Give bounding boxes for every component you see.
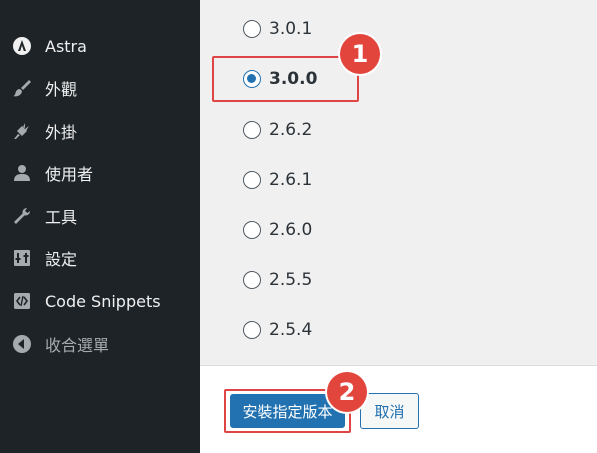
- version-option[interactable]: 2.5.4: [243, 315, 312, 345]
- step-badge-2: 2: [327, 372, 367, 412]
- version-label: 2.5.5: [269, 270, 313, 290]
- sidebar-item-plugins[interactable]: 外掛: [0, 111, 200, 151]
- radio-button[interactable]: [243, 321, 261, 339]
- collapse-arrow-icon: [11, 333, 33, 355]
- code-icon: [11, 290, 33, 312]
- radio-button[interactable]: [243, 171, 261, 189]
- version-label: 3.0.1: [269, 19, 313, 39]
- version-label: 2.6.1: [269, 170, 313, 190]
- sidebar-item-label: 外觀: [45, 80, 78, 99]
- version-label: 2.6.0: [269, 220, 313, 240]
- sidebar-item-label: Astra: [45, 36, 87, 56]
- sidebar-item-appearance[interactable]: 外觀: [0, 68, 200, 108]
- version-option[interactable]: 2.5.5: [243, 265, 312, 295]
- cancel-button[interactable]: 取消: [360, 393, 419, 429]
- radio-button[interactable]: [243, 271, 261, 289]
- version-option[interactable]: 3.0.1: [243, 14, 312, 44]
- settings-sliders-icon: [11, 247, 33, 269]
- sidebar-item-settings[interactable]: 設定: [0, 238, 200, 278]
- radio-button[interactable]: [243, 121, 261, 139]
- version-option[interactable]: 2.6.0: [243, 215, 312, 245]
- version-option[interactable]: 2.6.2: [243, 115, 312, 145]
- radio-button[interactable]: [243, 221, 261, 239]
- admin-sidebar: Astra 外觀 外掛 使用者 工具 設定 Code Snippets 收合選單: [0, 0, 200, 453]
- sidebar-collapse-menu[interactable]: 收合選單: [0, 324, 200, 364]
- sidebar-item-astra[interactable]: Astra: [0, 26, 200, 66]
- sidebar-item-label: 外掛: [45, 123, 78, 142]
- astra-logo-icon: [11, 35, 33, 57]
- sidebar-item-label: 設定: [45, 250, 78, 269]
- step-badge-1: 1: [340, 34, 380, 74]
- sidebar-item-users[interactable]: 使用者: [0, 153, 200, 193]
- version-option[interactable]: 2.6.1: [243, 165, 312, 195]
- radio-button[interactable]: [243, 20, 261, 38]
- wrench-icon: [11, 205, 33, 227]
- sidebar-item-label: 工具: [45, 208, 78, 227]
- paintbrush-icon: [11, 77, 33, 99]
- version-list-panel: 3.0.1 3.0.0 2.6.2 2.6.1 2.6.0 2.5.5 2.5.…: [200, 0, 597, 365]
- sidebar-item-tools[interactable]: 工具: [0, 196, 200, 236]
- sidebar-item-code-snippets[interactable]: Code Snippets: [0, 281, 200, 321]
- version-label: 2.5.4: [269, 320, 313, 340]
- plugin-icon: [11, 120, 33, 142]
- sidebar-item-label: 收合選單: [45, 336, 110, 355]
- sidebar-item-label: Code Snippets: [45, 291, 161, 311]
- user-icon: [11, 162, 33, 184]
- version-label: 2.6.2: [269, 120, 313, 140]
- annotation-highlight-box: [212, 56, 359, 102]
- sidebar-item-label: 使用者: [45, 165, 94, 184]
